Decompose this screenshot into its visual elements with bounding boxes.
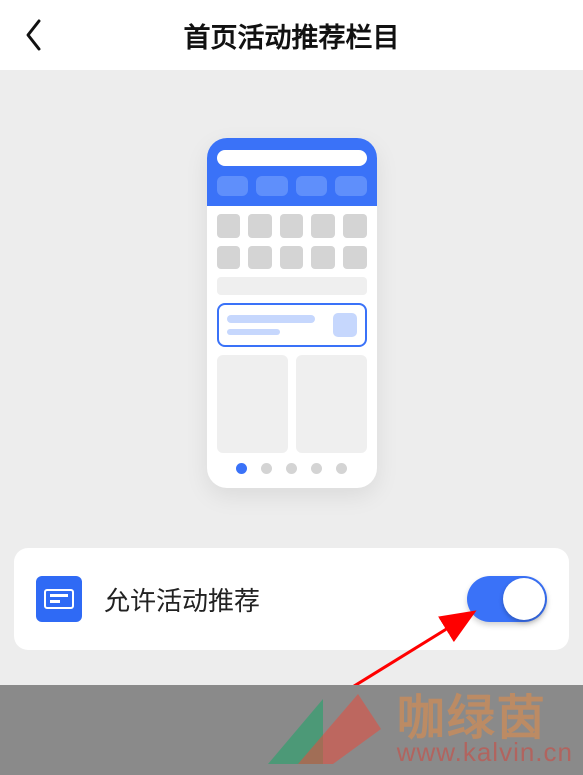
mockup-dot — [261, 463, 272, 474]
mockup-tab — [335, 176, 367, 196]
mockup-tabs — [217, 176, 367, 196]
mockup-tab — [217, 176, 249, 196]
mockup-card-image — [333, 313, 357, 337]
page-title: 首页活动推荐栏目 — [0, 16, 583, 55]
page-header: 首页活动推荐栏目 — [0, 0, 583, 70]
mockup-activity-card — [217, 303, 367, 347]
phone-mockup — [207, 138, 377, 488]
mockup-app-icon — [311, 214, 335, 238]
mockup-search-bar — [217, 150, 367, 166]
mockup-body — [207, 206, 377, 488]
preview-area — [0, 70, 583, 488]
chevron-left-icon — [24, 18, 44, 52]
mockup-banner — [217, 277, 367, 295]
mockup-dot — [336, 463, 347, 474]
mockup-header — [207, 138, 377, 206]
mockup-app-icon — [280, 246, 304, 270]
mockup-panels — [217, 355, 367, 453]
mockup-tab — [256, 176, 288, 196]
allow-activity-toggle[interactable] — [467, 576, 547, 622]
mockup-app-icon — [217, 246, 241, 270]
toggle-knob — [503, 578, 545, 620]
mockup-app-icon — [280, 214, 304, 238]
mockup-panel — [296, 355, 367, 453]
mockup-app-icon — [311, 246, 335, 270]
mockup-text-line — [227, 315, 315, 323]
watermark-logo-icon — [263, 689, 383, 769]
mockup-app-icon — [248, 246, 272, 270]
mockup-dot — [311, 463, 322, 474]
mockup-dot-active — [236, 463, 247, 474]
setting-row: 允许活动推荐 — [14, 548, 569, 650]
mockup-panel — [217, 355, 288, 453]
mockup-card-text — [227, 315, 325, 335]
setting-label: 允许活动推荐 — [104, 581, 445, 618]
card-icon — [36, 576, 82, 622]
card-icon-inner — [44, 589, 74, 609]
mockup-app-icon — [217, 214, 241, 238]
mockup-text-line — [227, 329, 281, 335]
mockup-app-icon — [343, 214, 367, 238]
mockup-tab — [296, 176, 328, 196]
mockup-app-icon — [343, 246, 367, 270]
back-button[interactable] — [16, 17, 52, 53]
mockup-dot — [286, 463, 297, 474]
mockup-icon-grid — [217, 214, 367, 269]
mockup-app-icon — [248, 214, 272, 238]
mockup-pagination — [217, 453, 367, 482]
